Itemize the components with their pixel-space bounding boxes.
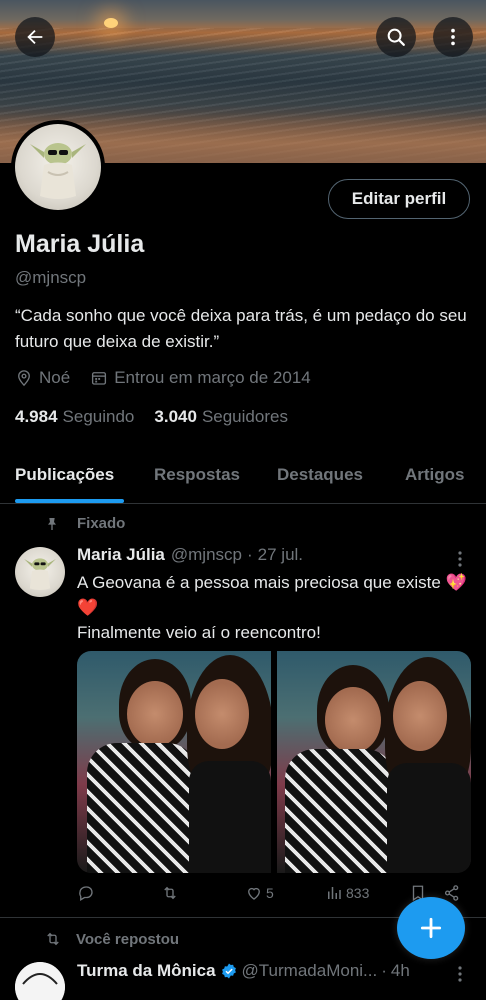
more-vertical-icon [451, 28, 455, 46]
following-link[interactable]: 4.984 Seguindo [15, 407, 134, 427]
like-button[interactable]: 5 [245, 884, 274, 902]
pinned-indicator: Fixado [44, 515, 125, 532]
tweet-author-name[interactable]: Maria Júlia [77, 545, 165, 565]
followers-count: 3.040 [154, 407, 197, 426]
tweet-text-line2: Finalmente veio aí o reencontro! [77, 623, 321, 642]
location-item: Noé [15, 368, 70, 388]
retweet-author-avatar[interactable] [15, 962, 65, 1000]
photo-image [277, 651, 471, 873]
retweet-author-name[interactable]: Turma da Mônica [77, 961, 216, 981]
compose-post-button[interactable] [397, 897, 465, 959]
turma-da-monica-logo-icon [15, 962, 65, 1000]
follow-stats: 4.984 Seguindo 3.040 Seguidores [15, 407, 308, 427]
tweet-header: Maria Júlia @mjnscp · 27 jul. [77, 545, 303, 565]
reposted-label: Você repostou [76, 930, 180, 948]
pin-icon [48, 517, 56, 530]
tweet-author-handle[interactable]: @mjnscp [171, 545, 242, 565]
tweet-author-avatar[interactable] [15, 547, 65, 597]
more-vertical-icon [458, 966, 462, 982]
profile-avatar[interactable] [11, 120, 105, 214]
tweet-text: A Geovana é a pessoa mais preciosa que e… [77, 570, 467, 645]
following-label: Seguindo [62, 407, 135, 426]
tab-publicacoes[interactable]: Publicações [15, 465, 114, 485]
tweet-text-line1: A Geovana é a pessoa mais preciosa que e… [77, 573, 467, 617]
repost-icon [164, 886, 176, 900]
retweet-header: Turma da Mônica @TurmadaMoni... · 4h [77, 961, 410, 981]
back-arrow-icon [27, 29, 43, 45]
location-text: Noé [39, 368, 71, 387]
profile-tabs: Publicações Respostas Destaques Artigos [0, 450, 486, 504]
retweet-author-handle[interactable]: @TurmadaMoni... [242, 961, 378, 981]
edit-profile-button[interactable]: Editar perfil [328, 179, 470, 219]
avatar-image [15, 124, 101, 210]
profile-bio: “Cada sonho que você deixa para trás, é … [15, 306, 467, 351]
more-options-button[interactable] [433, 17, 473, 57]
yoda-figure-icon [30, 143, 86, 199]
pinned-label: Fixado [77, 515, 126, 532]
following-count: 4.984 [15, 407, 58, 426]
like-count: 5 [266, 885, 274, 901]
more-vertical-icon [458, 551, 462, 567]
reply-icon [79, 886, 93, 901]
verified-badge-icon [221, 963, 236, 979]
reposted-indicator: Você repostou [44, 930, 179, 948]
tab-artigos[interactable]: Artigos [405, 465, 465, 485]
profile-name: Maria Júlia [15, 230, 145, 258]
followers-link[interactable]: 3.040 Seguidores [154, 407, 288, 427]
repost-button[interactable] [161, 884, 182, 902]
active-tab-indicator [15, 499, 124, 503]
joined-item: Entrou em março de 2014 [90, 368, 311, 388]
profile-meta: Noé Entrou em março de 2014 [15, 368, 331, 388]
calendar-icon [92, 372, 107, 385]
tab-destaques[interactable]: Destaques [277, 465, 363, 485]
retweet-separator: · [381, 961, 387, 980]
views-button[interactable]: 833 [325, 884, 369, 902]
tweet-photo-2[interactable] [277, 651, 471, 873]
views-count: 833 [346, 885, 370, 901]
tweet-photo-1[interactable] [77, 651, 271, 873]
retweet-more-button[interactable] [450, 964, 470, 984]
joined-text: Entrou em março de 2014 [114, 368, 311, 387]
reply-button[interactable] [77, 884, 98, 902]
back-button[interactable] [15, 17, 55, 57]
plus-icon [420, 917, 442, 939]
photo-image [77, 651, 271, 873]
followers-label: Seguidores [201, 407, 288, 426]
heart-icon [248, 887, 260, 900]
search-icon [387, 28, 405, 46]
location-pin-icon [18, 370, 30, 387]
repost-icon [47, 932, 59, 946]
tweet-more-button[interactable] [450, 549, 470, 569]
yoda-figure-icon [24, 558, 56, 591]
analytics-icon [328, 887, 341, 899]
banner-sun [104, 18, 118, 28]
retweet-time[interactable]: 4h [391, 961, 410, 981]
profile-handle: @mjnscp [15, 268, 87, 287]
search-button[interactable] [376, 17, 416, 57]
tab-respostas[interactable]: Respostas [154, 465, 240, 485]
tweet-separator: · [246, 545, 253, 564]
tweet-date[interactable]: 27 jul. [258, 545, 303, 565]
